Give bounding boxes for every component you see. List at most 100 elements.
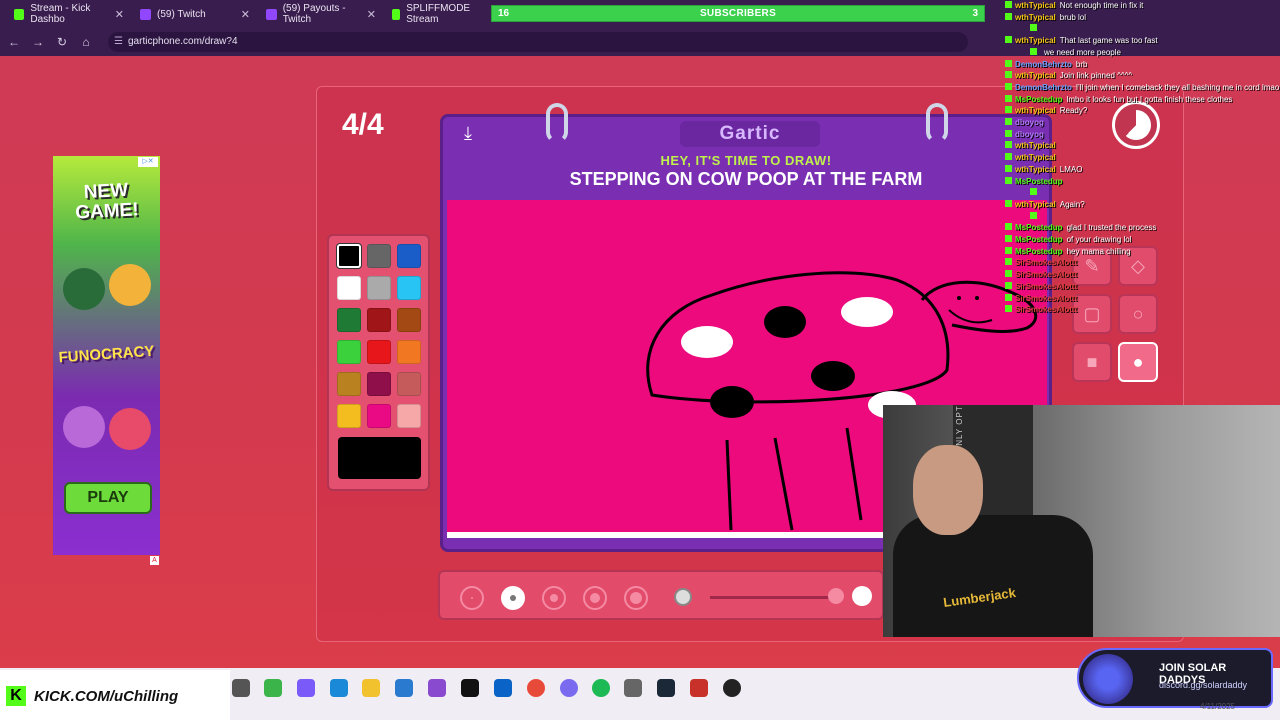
chat-message xyxy=(1030,211,1044,222)
spotify-icon[interactable] xyxy=(592,679,610,697)
color-swatch[interactable] xyxy=(367,404,391,428)
reload-icon[interactable]: ↻ xyxy=(54,34,70,50)
color-palette xyxy=(327,234,430,491)
opacity-full-icon[interactable] xyxy=(852,586,872,606)
brush-size-1[interactable] xyxy=(460,586,484,610)
color-swatch[interactable] xyxy=(397,308,421,332)
forward-icon[interactable]: → xyxy=(30,34,46,50)
tab-label: SPLIFFMODE Stream xyxy=(406,3,471,25)
chat-username[interactable]: SirSmokesAlottt xyxy=(1015,270,1077,279)
edge-icon[interactable] xyxy=(330,679,348,697)
chat-username[interactable]: dboyog xyxy=(1015,130,1044,139)
file-explorer-icon[interactable] xyxy=(362,679,380,697)
chat-username[interactable]: wthTypical xyxy=(1015,200,1056,209)
chat-username[interactable]: wthTypical xyxy=(1015,153,1056,162)
color-swatch[interactable] xyxy=(397,404,421,428)
color-swatch[interactable] xyxy=(337,372,361,396)
ad-play-button[interactable]: PLAY xyxy=(64,482,152,514)
site-settings-icon[interactable]: ☰ xyxy=(114,32,123,52)
chat-username[interactable]: SirSmokesAlottt xyxy=(1015,305,1077,314)
color-swatch[interactable] xyxy=(397,340,421,364)
steam-icon[interactable] xyxy=(657,679,675,697)
app-icon[interactable] xyxy=(428,679,446,697)
copilot-icon[interactable] xyxy=(297,679,315,697)
task-view-icon[interactable] xyxy=(232,679,250,697)
discord-icon[interactable] xyxy=(560,679,578,697)
brush-size-3[interactable] xyxy=(542,586,566,610)
chat-username[interactable]: MsPostedup xyxy=(1015,223,1063,232)
color-swatch[interactable] xyxy=(337,404,361,428)
advertisement[interactable]: NEW GAME! FUNOCRACY PLAY xyxy=(53,156,160,555)
kick-banner: K KICK.COM/uChilling xyxy=(0,670,230,720)
tiktok-icon[interactable] xyxy=(461,679,479,697)
chat-username[interactable]: MsPostedup xyxy=(1015,177,1063,186)
color-swatch[interactable] xyxy=(367,340,391,364)
tongue-emoji-icon xyxy=(109,408,151,450)
url-input[interactable]: ☰ garticphone.com/draw?4 xyxy=(108,32,968,52)
chat-username[interactable]: SirSmokesAlottt xyxy=(1015,282,1077,291)
color-swatch[interactable] xyxy=(397,276,421,300)
tab-spliffmode-stream[interactable]: SPLIFFMODE Stream xyxy=(384,3,488,25)
chat-username[interactable]: DemonBehrzto xyxy=(1015,60,1072,69)
nvidia-icon[interactable] xyxy=(264,679,282,697)
opacity-slider-handle[interactable] xyxy=(828,588,844,604)
chat-username[interactable]: MsPostedup xyxy=(1015,247,1063,256)
filled-ellipse-tool-icon[interactable]: ● xyxy=(1118,342,1158,382)
tab-label: (59) Payouts - Twitch xyxy=(282,3,346,25)
home-icon[interactable]: ⌂ xyxy=(78,34,94,50)
color-swatch[interactable] xyxy=(337,276,361,300)
close-icon[interactable]: ✕ xyxy=(115,8,124,21)
settings-icon[interactable] xyxy=(624,679,642,697)
outlook-icon[interactable] xyxy=(494,679,512,697)
current-color-preview xyxy=(338,437,421,479)
tab-payouts-twitch[interactable]: (59) Payouts - Twitch ✕ xyxy=(258,3,382,25)
color-swatch[interactable] xyxy=(367,276,391,300)
color-swatch[interactable] xyxy=(337,340,361,364)
subscriber-count-goal: 3 xyxy=(972,8,978,19)
kick-badge-icon xyxy=(1005,235,1012,242)
chat-username[interactable]: wthTypical xyxy=(1015,106,1056,115)
chat-username[interactable]: SirSmokesAlottt xyxy=(1015,294,1077,303)
opacity-slider-start[interactable] xyxy=(674,588,692,606)
chat-username[interactable]: DemonBehrzto xyxy=(1015,83,1072,92)
kick-badge-icon xyxy=(1030,47,1037,55)
opacity-slider[interactable] xyxy=(710,596,834,599)
chat-username[interactable]: wthTypical xyxy=(1015,36,1056,45)
tab-kick-dashboard[interactable]: Stream - Kick Dashbo ✕ xyxy=(6,3,130,25)
chat-text: we need more people xyxy=(1044,47,1121,57)
ad-choices-icon[interactable]: ▷✕ xyxy=(138,157,158,167)
color-swatch[interactable] xyxy=(367,308,391,332)
filled-rectangle-tool-icon[interactable]: ■ xyxy=(1072,342,1112,382)
chat-username[interactable]: wthTypical xyxy=(1015,165,1056,174)
close-icon[interactable]: ✕ xyxy=(241,8,250,21)
chat-username[interactable]: SirSmokesAlottt xyxy=(1015,258,1077,267)
chat-username[interactable]: dboyog xyxy=(1015,118,1044,127)
color-swatch[interactable] xyxy=(367,244,391,268)
brush-size-5[interactable] xyxy=(624,586,648,610)
chat-message: MsPostedup xyxy=(1005,176,1067,187)
tab-twitch[interactable]: (59) Twitch ✕ xyxy=(132,4,256,24)
chat-text: Join link pinned ^^^^ xyxy=(1059,71,1133,81)
color-swatch[interactable] xyxy=(337,244,361,268)
color-swatch[interactable] xyxy=(397,244,421,268)
back-icon[interactable]: ← xyxy=(6,34,22,50)
brush-size-4[interactable] xyxy=(583,586,607,610)
chat-username[interactable]: MsPostedup xyxy=(1015,235,1063,244)
chrome-icon[interactable] xyxy=(527,679,545,697)
chat-username[interactable]: wthTypical xyxy=(1015,71,1056,80)
color-swatch[interactable] xyxy=(337,308,361,332)
chat-text: brub lol xyxy=(1059,12,1086,22)
app-red-icon[interactable] xyxy=(690,679,708,697)
store-icon[interactable] xyxy=(395,679,413,697)
download-icon[interactable]: ⤓ xyxy=(456,123,480,147)
drawing-prompt: STEPPING ON COW POOP AT THE FARM xyxy=(569,169,923,189)
close-icon[interactable]: ✕ xyxy=(367,8,376,21)
chat-username[interactable]: wthTypical xyxy=(1015,13,1056,22)
color-swatch[interactable] xyxy=(367,372,391,396)
chat-username[interactable]: wthTypical xyxy=(1015,141,1056,150)
chat-username[interactable]: wthTypical xyxy=(1015,1,1056,10)
color-swatch[interactable] xyxy=(397,372,421,396)
chat-username[interactable]: MsPostedup xyxy=(1015,95,1063,104)
obs-icon[interactable] xyxy=(723,679,741,697)
brush-size-2[interactable] xyxy=(501,586,525,610)
